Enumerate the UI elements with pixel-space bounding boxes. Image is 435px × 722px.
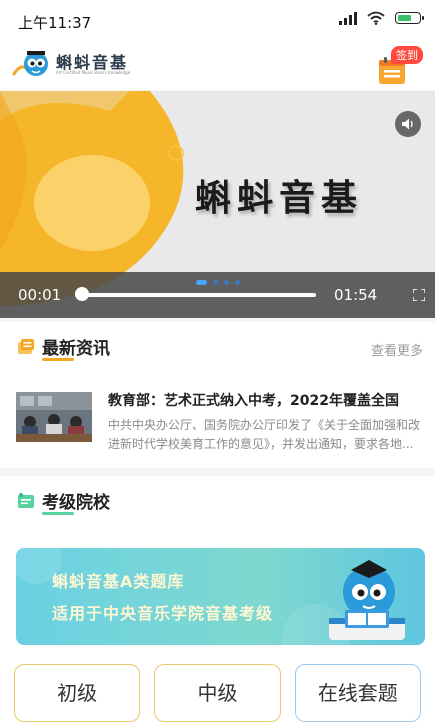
app-header: 蝌蚪音基 Art Certified Music Basics Knowledg… xyxy=(0,40,435,90)
wifi-icon xyxy=(367,11,385,25)
level-buttons: 初级 中级 在线套题 xyxy=(0,664,435,722)
carousel-indicator xyxy=(196,280,240,285)
video-title-text: 蝌蚪音基 xyxy=(195,177,364,219)
status-time: 上午11:37 xyxy=(18,14,92,32)
current-time: 00:01 xyxy=(18,286,62,304)
checkin-badge: 签到 xyxy=(391,46,423,64)
online-quiz-button[interactable]: 在线套题 xyxy=(294,664,421,722)
checkin-button[interactable]: 签到 xyxy=(377,46,423,86)
schools-title: 考级院校 xyxy=(42,493,110,513)
tadpole-logo-icon xyxy=(12,51,48,76)
news-item-title: 教育部：艺术正式纳入中考，2022年覆盖全国 xyxy=(108,393,399,409)
level-beginner-button[interactable]: 初级 xyxy=(14,664,141,722)
carousel-dot[interactable] xyxy=(224,280,229,285)
speaker-icon xyxy=(402,118,413,130)
news-item[interactable]: 教育部：艺术正式纳入中考，2022年覆盖全国 中共中央办公厅、国务院办公厅印发了… xyxy=(0,372,435,468)
schools-header: 考级院校 xyxy=(0,476,435,526)
school-icon xyxy=(18,493,34,508)
news-item-summary: 中共中央办公厅、国务院办公厅印发了《关于全面加强和改进新时代学校美育工作的意见》… xyxy=(108,418,421,451)
status-bar: 上午11:37 xyxy=(0,0,435,40)
seek-bar[interactable] xyxy=(80,293,316,297)
fullscreen-icon[interactable] xyxy=(413,289,425,301)
banner-line-1: 蝌蚪音基A类题库 xyxy=(52,572,185,591)
title-underline xyxy=(42,358,74,361)
view-more-link[interactable]: 查看更多 xyxy=(371,340,423,359)
news-thumbnail xyxy=(16,392,92,442)
title-underline xyxy=(42,512,74,515)
carousel-dot[interactable] xyxy=(213,280,218,285)
carousel-dot[interactable] xyxy=(196,280,207,285)
duration-time: 01:54 xyxy=(334,286,378,304)
app-subtitle: Art Certified Music Basics Knowledge xyxy=(56,70,131,75)
news-header: 最新资讯 查看更多 xyxy=(0,322,435,372)
question-bank-banner[interactable]: 蝌蚪音基A类题库 适用于中央音乐学院音基考级 xyxy=(16,548,425,645)
video-player[interactable]: 蝌蚪音基 00:01 01:54 xyxy=(0,91,435,318)
battery-icon xyxy=(395,12,424,24)
tadpole-mascot-icon xyxy=(329,560,405,640)
carousel-dot[interactable] xyxy=(235,280,240,285)
signal-icon xyxy=(339,11,357,25)
status-icons xyxy=(339,11,424,25)
video-controls: 00:01 01:54 xyxy=(0,272,435,318)
news-title: 最新资讯 xyxy=(42,339,110,359)
volume-button[interactable] xyxy=(395,111,421,137)
banner-line-2: 适用于中央音乐学院音基考级 xyxy=(52,604,274,623)
seek-handle[interactable] xyxy=(75,287,90,301)
news-section: 最新资讯 查看更多 教育部：艺术正式纳入中考，2022年覆盖全国 中共中央办公厅… xyxy=(0,322,435,468)
news-icon xyxy=(18,339,34,354)
level-intermediate-button[interactable]: 中级 xyxy=(154,664,281,722)
